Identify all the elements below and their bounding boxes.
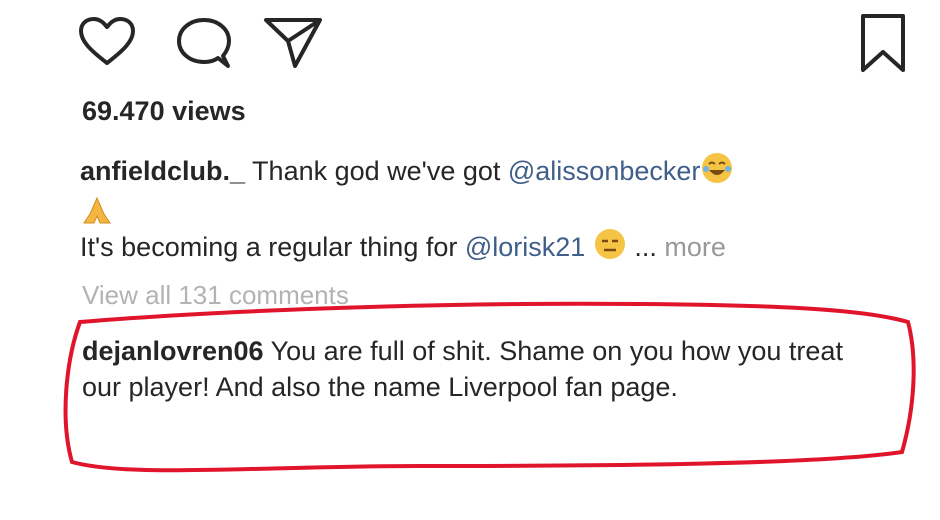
more-link[interactable]: more [664,232,726,262]
bookmark-icon[interactable] [858,12,908,74]
share-icon[interactable] [262,14,324,70]
heart-icon[interactable] [78,16,136,68]
post-action-bar [0,0,940,90]
post-caption: anfieldclub._ Thank god we've got @aliss… [80,151,880,235]
caption-text-2: It's becoming a regular thing for [80,232,465,262]
caption-ellipsis: ... [626,232,665,262]
view-count[interactable]: 69.470 views [82,96,246,127]
mention-lorisk21[interactable]: @lorisk21 [465,232,585,262]
comment-item: dejanlovren06 You are full of shit. Sham… [82,333,882,405]
view-all-comments-link[interactable]: View all 131 comments [82,280,349,311]
caption-text: Thank god we've got [245,156,508,186]
mention-alissonbecker[interactable]: @alissonbecker [508,156,701,186]
caption-line-2: It's becoming a regular thing for @loris… [80,227,726,268]
crying-laughing-emoji-icon [700,151,734,194]
comment-icon[interactable] [176,16,232,72]
comment-username[interactable]: dejanlovren06 [82,336,264,366]
expressionless-emoji-icon [593,227,627,268]
caption-username[interactable]: anfieldclub._ [80,156,245,186]
